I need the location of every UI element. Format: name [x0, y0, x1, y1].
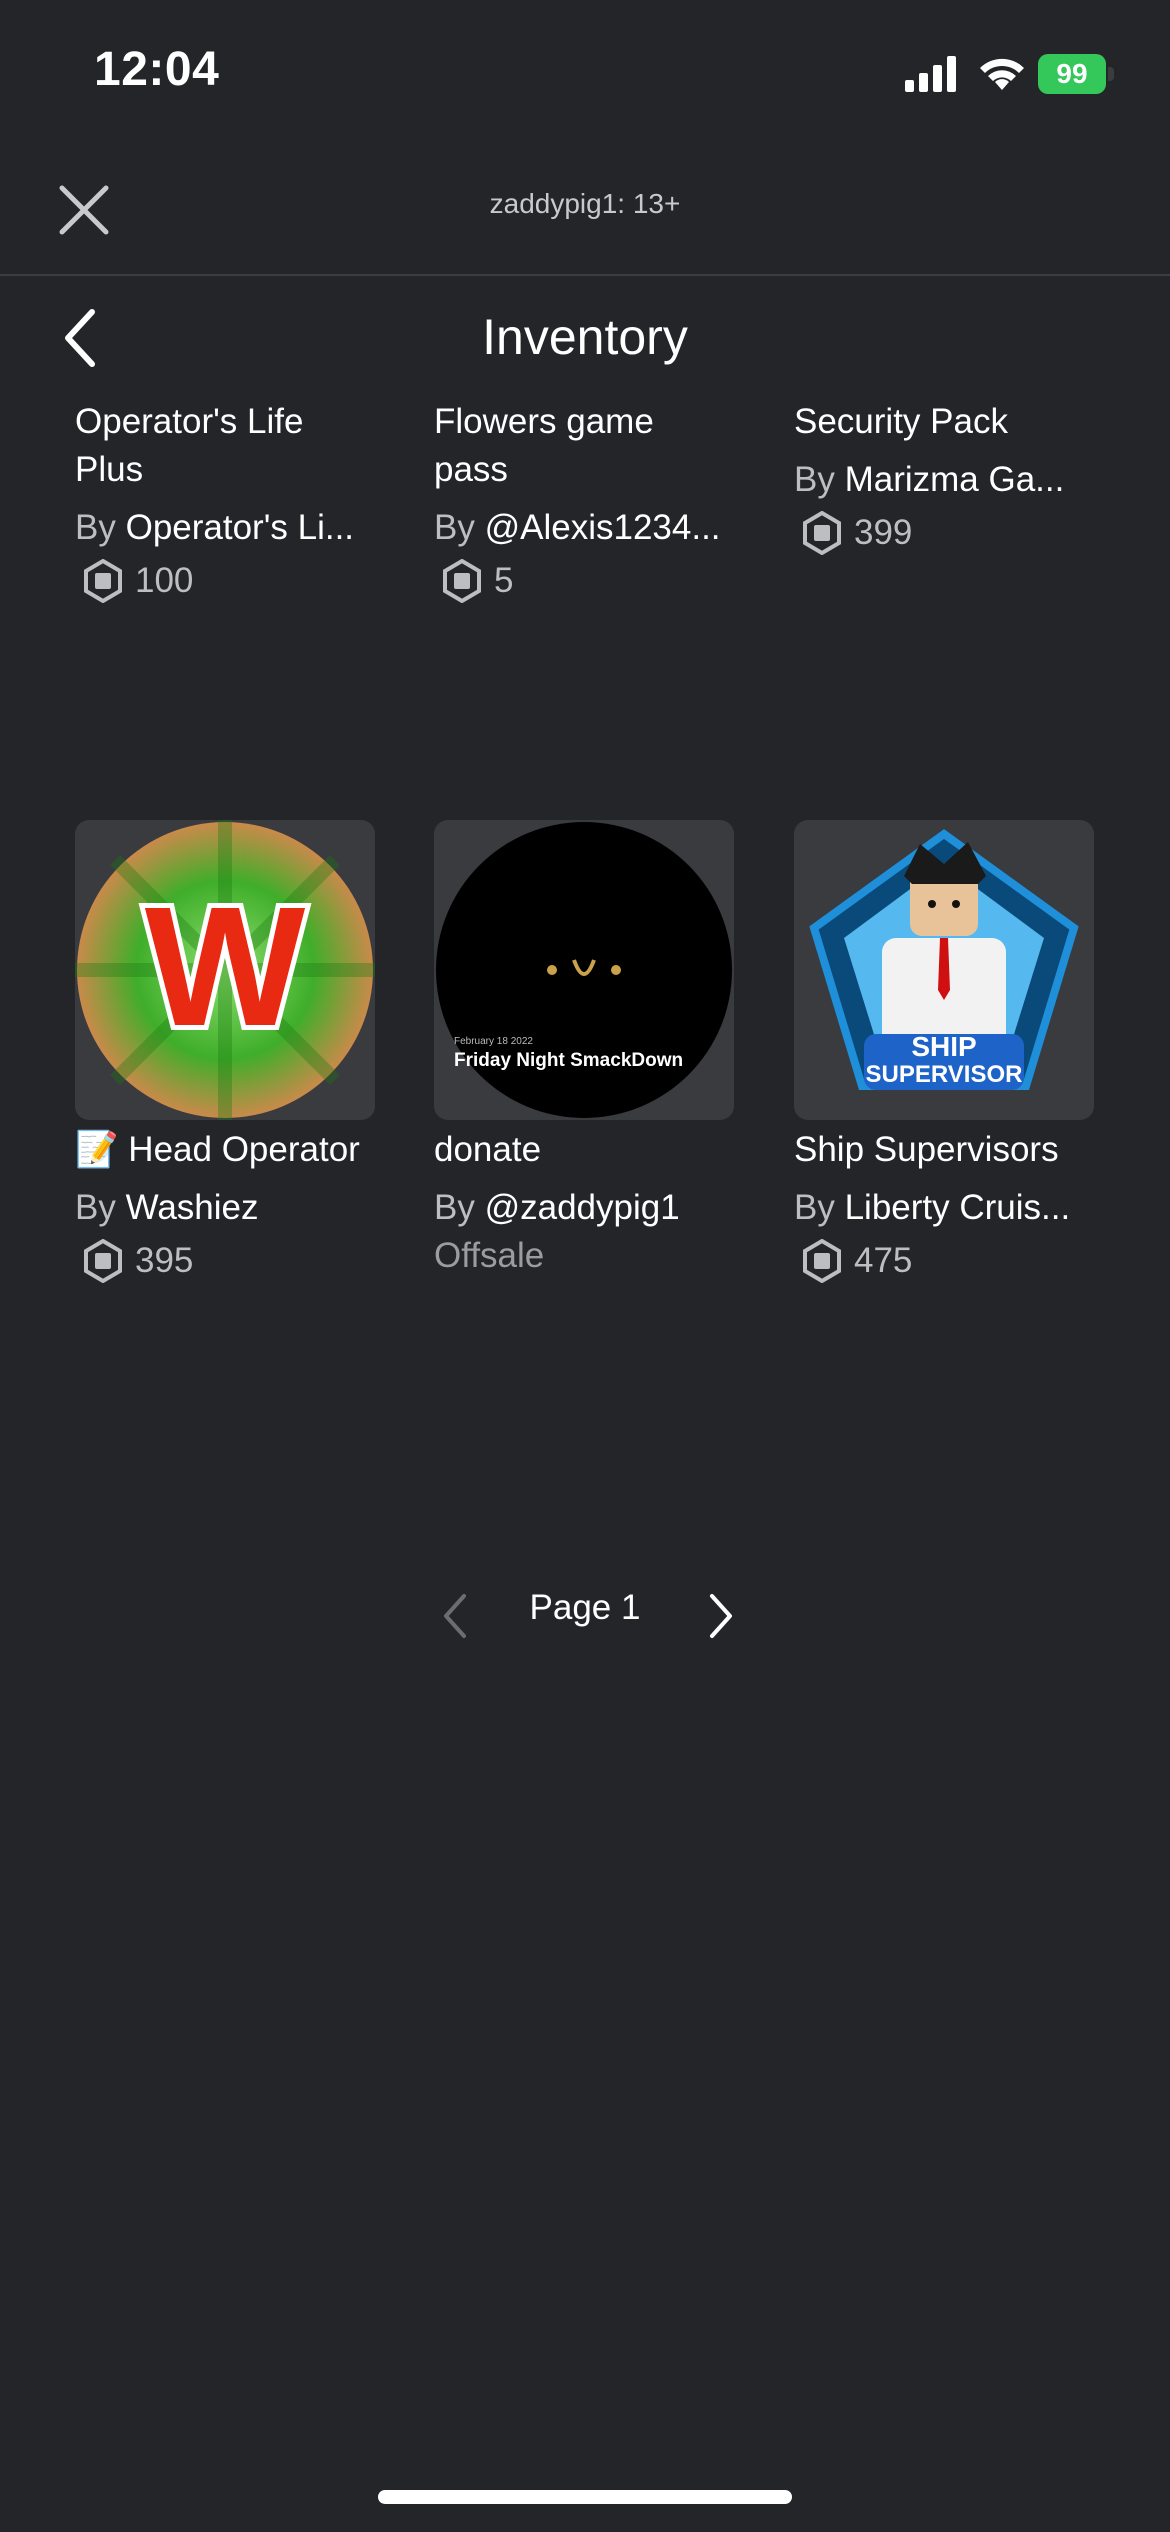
robux-icon [84, 559, 122, 603]
item-price: 399 [794, 506, 1094, 560]
item-name: Operator's Life Plus [75, 402, 304, 489]
item-price: 100 [75, 554, 375, 608]
item-thumbnail[interactable]: February 18 2022 Friday Night SmackDown [434, 820, 734, 1120]
inventory-item[interactable]: February 18 2022 Friday Night SmackDown … [434, 820, 734, 1280]
inventory-item[interactable]: SHIP SUPERVISOR Ship Supervisors By Libe… [794, 820, 1094, 1288]
item-name: Ship Supervisors [794, 1130, 1059, 1169]
page-indicator: Page 1 [529, 1588, 641, 1627]
gamepass-w-image: W [75, 820, 375, 1120]
item-creator[interactable]: By Marizma Ga... [794, 456, 1094, 504]
home-indicator[interactable] [378, 2490, 792, 2504]
item-creator[interactable]: By Washiez [75, 1184, 375, 1232]
inventory-item[interactable]: Flowers game pass By @Alexis1234... 5 [434, 398, 734, 608]
chevron-right-icon[interactable] [706, 1592, 736, 1640]
page-title: Inventory [482, 309, 688, 365]
signal-icon [905, 56, 956, 92]
item-name: donate [434, 1130, 542, 1169]
account-title: zaddypig1: 13+ [489, 188, 681, 219]
svg-text:SHIP: SHIP [911, 1031, 976, 1062]
svg-text:W: W [145, 872, 306, 1062]
item-thumbnail[interactable]: SHIP SUPERVISOR [794, 820, 1094, 1120]
robux-icon [84, 1239, 122, 1283]
item-offsale-status: Offsale [434, 1236, 545, 1275]
item-creator[interactable]: By Liberty Cruis... [794, 1184, 1094, 1232]
robux-icon [803, 511, 841, 555]
inventory-item[interactable]: W 📝 Head Operator By Washiez 395 [75, 820, 375, 1288]
battery-level: 99 [1038, 54, 1106, 94]
item-creator[interactable]: By @Alexis1234... [434, 504, 734, 552]
top-bar: zaddypig1: 13+ [0, 140, 1170, 276]
donate-image: February 18 2022 Friday Night SmackDown [436, 822, 732, 1118]
item-name: 📝 Head Operator [75, 1130, 360, 1169]
inventory-item[interactable]: Operator's Life Plus By Operator's Li...… [75, 398, 375, 608]
battery-icon: 99 [1038, 54, 1114, 94]
svg-text:SUPERVISOR: SUPERVISOR [866, 1061, 1023, 1088]
status-bar: 12:04 99 [0, 0, 1170, 140]
wifi-icon [980, 58, 1024, 90]
item-creator[interactable]: By @zaddypig1 [434, 1184, 734, 1232]
status-time: 12:04 [94, 43, 220, 96]
inventory-item[interactable]: Security Pack By Marizma Ga... 399 [794, 398, 1094, 560]
robux-icon [803, 1239, 841, 1283]
item-price: 475 [794, 1234, 1094, 1288]
item-price: 5 [434, 554, 734, 608]
item-price: 395 [75, 1234, 375, 1288]
item-creator[interactable]: By Operator's Li... [75, 504, 375, 552]
item-name: Flowers game pass [434, 402, 654, 489]
pagination: Page 1 [0, 1580, 1170, 1650]
item-thumbnail[interactable]: W [75, 820, 375, 1120]
svg-text:Friday Night SmackDown: Friday Night SmackDown [454, 1050, 683, 1071]
svg-text:February 18 2022: February 18 2022 [454, 1036, 533, 1047]
item-name: Security Pack [794, 402, 1008, 441]
ship-supervisor-image: SHIP SUPERVISOR [809, 829, 1079, 1090]
robux-icon [443, 559, 481, 603]
